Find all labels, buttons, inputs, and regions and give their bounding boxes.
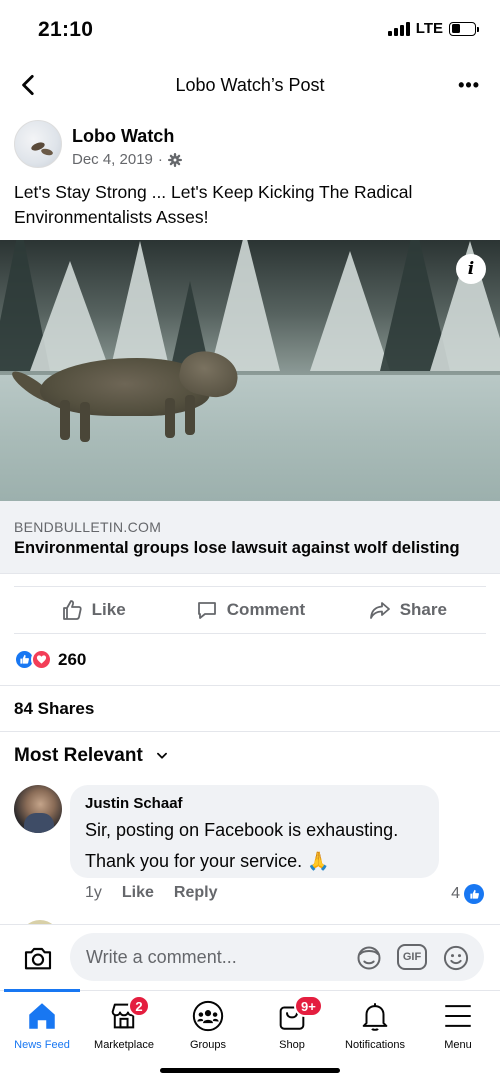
reactions-summary[interactable]: 260 <box>14 649 86 670</box>
bell-icon <box>362 1003 388 1031</box>
bottom-navigation: News Feed 2 Marketplace Groups 9+ Shop N… <box>0 989 500 1083</box>
nav-marketplace[interactable]: 2 Marketplace <box>82 995 166 1051</box>
gear-icon <box>167 152 182 167</box>
link-title: Environmental groups lose lawsuit agains… <box>14 539 460 557</box>
comment-placeholder: Write a comment... <box>86 947 237 967</box>
nav-label: News Feed <box>14 1039 70 1051</box>
link-domain: BENDBULLETIN.COM <box>14 519 162 535</box>
comment-icon <box>197 602 216 619</box>
comment-line: Sir, posting on Facebook is exhausting. <box>85 820 399 840</box>
comment-label: Comment <box>226 600 306 619</box>
status-time: 21:10 <box>38 18 94 41</box>
comment-bubble[interactable]: Justin Schaaf Sir, posting on Facebook i… <box>70 785 439 878</box>
comment-meta: 1y Like Reply <box>85 884 218 902</box>
author-avatar[interactable] <box>14 120 62 168</box>
comment-age: 1y <box>85 884 102 901</box>
like-reaction-icon <box>464 884 484 904</box>
sort-label: Most Relevant <box>14 745 143 766</box>
more-horizontal-icon[interactable]: ••• <box>458 75 480 96</box>
network-label: LTE <box>415 20 443 37</box>
share-icon <box>369 602 390 619</box>
comment-text: Sir, posting on Facebook is exhausting. … <box>85 815 430 877</box>
nav-shop[interactable]: 9+ Shop <box>250 995 334 1051</box>
menu-icon <box>445 1005 471 1027</box>
post-header-bar: Lobo Watch’s Post ••• <box>0 62 500 108</box>
comments-sort-dropdown[interactable]: Most Relevant <box>14 745 169 767</box>
nav-label: Marketplace <box>94 1039 154 1051</box>
info-icon[interactable]: i <box>456 254 486 284</box>
comment-reactions[interactable]: 4 <box>451 884 484 904</box>
groups-icon <box>192 1000 224 1032</box>
nav-menu[interactable]: Menu <box>416 999 500 1051</box>
meta-separator: · <box>157 151 163 168</box>
post-text: Let's Stay Strong ... Let's Keep Kicking… <box>14 182 413 227</box>
nav-label: Menu <box>444 1039 472 1051</box>
nav-label: Shop <box>279 1039 305 1051</box>
home-icon <box>29 1003 55 1029</box>
divider <box>0 685 500 686</box>
status-indicators: LTE <box>387 20 479 37</box>
comment-reply-button[interactable]: Reply <box>174 884 218 902</box>
comment-button[interactable]: Comment <box>171 587 328 633</box>
post-actions: Like Comment Share <box>14 586 486 634</box>
comment-composer: Write a comment... GIF <box>0 924 500 990</box>
comment-like-count: 4 <box>451 885 460 902</box>
nav-notifications[interactable]: Notifications <box>333 999 417 1051</box>
divider <box>0 731 500 732</box>
gif-button[interactable]: GIF <box>397 944 427 970</box>
marketplace-badge: 2 <box>128 995 150 1017</box>
nav-label: Notifications <box>345 1039 405 1051</box>
signal-icon <box>387 21 410 36</box>
shares-count[interactable]: 84 Shares <box>14 699 94 719</box>
like-button[interactable]: Like <box>14 587 171 633</box>
comment-line: Thank you for your service. 🙏 <box>85 851 330 871</box>
home-indicator <box>160 1068 340 1073</box>
thumbs-up-icon <box>62 600 82 620</box>
reaction-count: 260 <box>58 649 87 669</box>
link-preview-meta[interactable]: BENDBULLETIN.COM Environmental groups lo… <box>0 501 500 574</box>
share-label: Share <box>399 600 447 619</box>
post-author-row: Lobo Watch Dec 4, 2019 · <box>14 118 484 172</box>
avatar-sticker-icon[interactable] <box>355 944 383 972</box>
like-label: Like <box>91 600 126 619</box>
commenter-avatar[interactable] <box>14 785 62 833</box>
active-tab-indicator <box>4 989 80 992</box>
shop-badge: 9+ <box>294 995 323 1017</box>
comment-like-button[interactable]: Like <box>122 884 154 902</box>
status-bar: 21:10 LTE <box>0 0 500 60</box>
share-button[interactable]: Share <box>329 587 486 633</box>
comment-input[interactable]: Write a comment... GIF <box>70 933 484 981</box>
author-name[interactable]: Lobo Watch <box>72 126 174 147</box>
page-title: Lobo Watch’s Post <box>175 75 325 95</box>
chevron-down-icon <box>156 752 167 759</box>
love-reaction-icon <box>31 649 52 670</box>
commenter-name[interactable]: Justin Schaaf <box>85 795 183 812</box>
emoji-icon[interactable] <box>442 944 470 972</box>
nav-groups[interactable]: Groups <box>166 999 250 1051</box>
nav-news-feed[interactable]: News Feed <box>0 999 84 1051</box>
post-date: Dec 4, 2019 <box>72 151 153 168</box>
post-meta: Dec 4, 2019 · <box>72 151 182 168</box>
nav-label: Groups <box>189 1039 227 1051</box>
camera-icon[interactable] <box>22 943 54 975</box>
battery-icon <box>449 21 479 36</box>
link-preview-image[interactable]: i <box>0 240 500 501</box>
